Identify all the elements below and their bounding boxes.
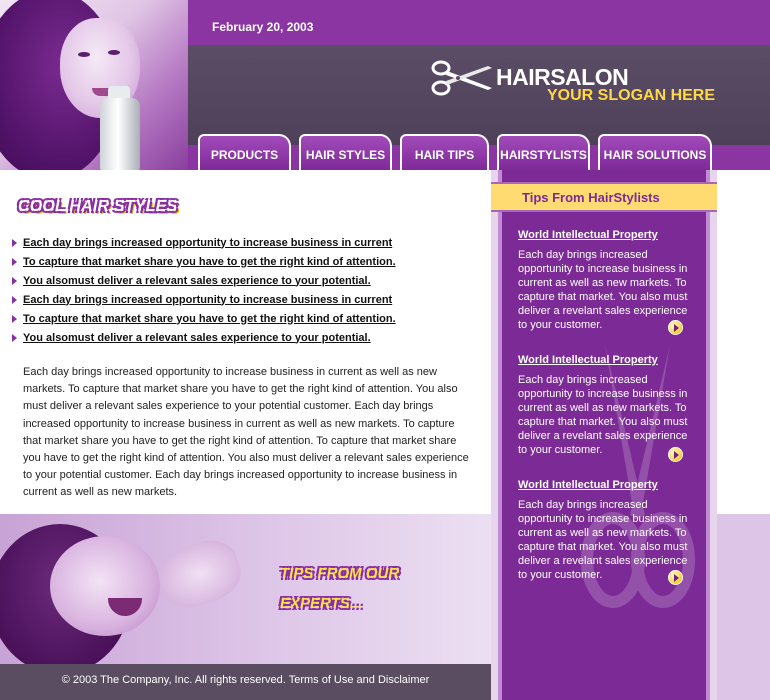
list-item: To capture that market share you have to… [12, 252, 396, 271]
promo-hand [152, 532, 248, 616]
hero-eye-left [78, 52, 90, 57]
tip-title[interactable]: World Intellectual Property [518, 479, 658, 491]
more-arrow-button[interactable] [668, 570, 683, 585]
scissors-icon [431, 60, 492, 96]
slogan: YOUR SLOGAN HERE [547, 87, 716, 104]
hero-photo [0, 0, 188, 170]
promo-title-line1: TIPS FROM OUR [280, 565, 400, 582]
sidebar-title: Tips From HairStylists [522, 190, 660, 205]
date-label: February 20, 2003 [212, 20, 314, 34]
list-item: You alsomust deliver a relevant sales ex… [12, 328, 396, 347]
promo-banner [0, 514, 491, 664]
bullet-arrow-icon [12, 257, 17, 266]
hero-eye-right [108, 50, 120, 55]
list-item: Each day brings increased opportunity to… [12, 233, 396, 252]
tip-text: Each day brings increased opportunity to… [518, 249, 688, 331]
section-title: COOL HAIR STYLES [18, 198, 178, 215]
nav-tab-hair-solutions[interactable]: HAIR SOLUTIONS [598, 134, 712, 170]
promo-title-line2: EXPERTS... [280, 595, 363, 612]
nav-tab-hairstylists[interactable]: HAIRSTYLISTS [497, 134, 590, 170]
bullet-arrow-icon [12, 276, 17, 285]
list-link[interactable]: Each day brings increased opportunity to… [23, 237, 392, 249]
list-link[interactable]: Each day brings increased opportunity to… [23, 294, 392, 306]
body-paragraph: Each day brings increased opportunity to… [23, 366, 469, 499]
list-link[interactable]: To capture that market share you have to… [23, 313, 396, 325]
promo-face [50, 536, 160, 636]
nav-tab-hair-tips[interactable]: HAIR TIPS [400, 134, 489, 170]
list-link[interactable]: You alsomust deliver a relevant sales ex… [23, 332, 371, 344]
tip-title[interactable]: World Intellectual Property [518, 354, 658, 366]
nav-tab-hair-styles[interactable]: HAIR STYLES [299, 134, 392, 170]
tip-text: Each day brings increased opportunity to… [518, 499, 688, 581]
bullet-arrow-icon [12, 314, 17, 323]
nav-tab-products[interactable]: PRODUCTS [198, 134, 291, 170]
header: February 20, 2003 HAIRSALON YOUR SLOGAN … [0, 0, 770, 170]
bullet-arrow-icon [12, 238, 17, 247]
tip-title[interactable]: World Intellectual Property [518, 229, 658, 241]
bullet-arrow-icon [12, 333, 17, 342]
link-list: Each day brings increased opportunity to… [12, 233, 396, 347]
more-arrow-button[interactable] [668, 447, 683, 462]
list-item: Each day brings increased opportunity to… [12, 290, 396, 309]
list-item: To capture that market share you have to… [12, 309, 396, 328]
list-item: You alsomust deliver a relevant sales ex… [12, 271, 396, 290]
copyright-text: © 2003 The Company, Inc. All rights rese… [61, 674, 286, 686]
list-link[interactable]: To capture that market share you have to… [23, 256, 396, 268]
hairspray-can [100, 98, 140, 170]
bullet-arrow-icon [12, 295, 17, 304]
list-link[interactable]: You alsomust deliver a relevant sales ex… [23, 275, 371, 287]
terms-link[interactable]: Terms of Use and Disclaimer [289, 674, 430, 686]
footer: © 2003 The Company, Inc. All rights rese… [0, 664, 491, 700]
tip-text: Each day brings increased opportunity to… [518, 374, 688, 456]
more-arrow-button[interactable] [668, 320, 683, 335]
